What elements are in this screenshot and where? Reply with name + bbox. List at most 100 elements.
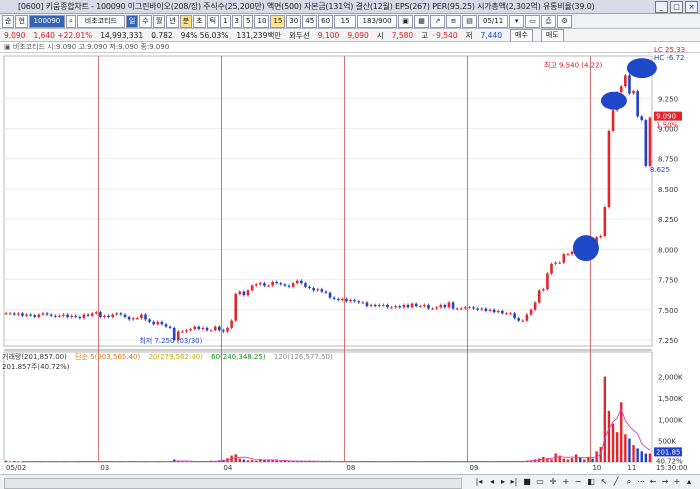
low-annotation: 최저 7.250 (03/30)	[139, 336, 202, 345]
zoom-out-icon[interactable]: −	[573, 477, 583, 487]
candle-body	[566, 254, 570, 256]
candle-body	[127, 317, 131, 320]
x-tick-label: 05/02	[6, 464, 26, 472]
candle-body	[259, 283, 262, 285]
candle-body	[29, 314, 32, 316]
volume-bar	[238, 458, 242, 462]
candle-body	[99, 312, 102, 317]
candle-body	[25, 314, 28, 316]
candle-body	[640, 116, 644, 121]
candle-body	[455, 308, 459, 310]
add-icon[interactable]: +	[672, 477, 682, 487]
candle-body	[218, 326, 221, 331]
stop-icon[interactable]: ■	[522, 477, 532, 487]
volume-bar	[603, 376, 607, 462]
candle-body	[53, 315, 57, 317]
x-tick-label: 09	[469, 464, 478, 472]
scroll-left-icon[interactable]: ←	[648, 477, 658, 487]
candle-body	[558, 262, 562, 264]
candle-body	[394, 306, 397, 308]
price-chart[interactable]: 9.2509.0008.7508.5008.2508.0007.7507.500…	[0, 0, 700, 489]
candle-body	[542, 289, 545, 291]
select-icon[interactable]: ▭	[535, 477, 545, 487]
candle-body	[115, 313, 119, 315]
candle-body	[603, 207, 607, 237]
pan-icon[interactable]: ◧	[586, 477, 596, 487]
candle-body	[529, 309, 533, 315]
price-tick-label: 8.000	[658, 246, 678, 254]
candle-body	[644, 120, 648, 166]
line-icon[interactable]: ╱	[611, 477, 621, 487]
volume-bar	[611, 423, 615, 462]
volume-tick-label: 2,000K	[658, 374, 683, 382]
last-page-icon[interactable]: ▸|	[509, 477, 519, 487]
crosshair-icon[interactable]: ✛	[548, 477, 558, 487]
more-icon[interactable]: ⋯	[636, 477, 646, 487]
candle-body	[484, 308, 488, 311]
candle-body	[410, 303, 414, 308]
volume-bar	[271, 460, 274, 462]
cursor-icon[interactable]: ↖	[599, 477, 609, 487]
candle-body	[164, 324, 168, 327]
candle-body	[135, 318, 139, 320]
chart-scrollbar[interactable]	[4, 478, 462, 489]
scroll-right-icon[interactable]: →	[660, 477, 670, 487]
highlight-marker	[572, 235, 599, 262]
candle-body	[619, 86, 623, 93]
candle-body	[357, 301, 361, 303]
candle-body	[316, 289, 320, 291]
x-tick-label: 08	[346, 464, 355, 472]
candle-body	[402, 304, 406, 308]
candle-body	[320, 289, 324, 292]
candle-body	[328, 292, 332, 298]
candle-body	[304, 283, 307, 287]
x-tick-label: 04	[223, 464, 232, 472]
candle-body	[624, 75, 627, 87]
candle-body	[291, 283, 295, 287]
candle-body	[78, 317, 82, 319]
candle-body	[611, 110, 615, 131]
volume-legend-vol: 거래량(201,857.00)	[2, 353, 67, 361]
candle-body	[107, 315, 110, 317]
candle-body	[17, 313, 20, 315]
next-icon[interactable]: ▸	[498, 477, 508, 487]
candle-body	[525, 314, 529, 321]
candle-body	[238, 291, 242, 295]
prev-icon[interactable]: ◂	[487, 477, 497, 487]
zoom-in-icon[interactable]: +	[561, 477, 571, 487]
price-panel-frame	[3, 55, 653, 347]
candle-body	[230, 320, 233, 328]
candle-body	[550, 263, 553, 274]
volume-legend: 거래량(201,857.00) 단순 5(903,565.40) 20(279,…	[2, 352, 339, 362]
first-page-icon[interactable]: |◂	[474, 477, 484, 487]
candle-body	[197, 326, 201, 330]
search-icon[interactable]: ⌕	[624, 477, 634, 487]
candle-body	[537, 290, 541, 303]
volume-bar	[607, 410, 611, 462]
candle-body	[628, 75, 631, 94]
expand-icon[interactable]: ▴	[684, 477, 694, 487]
current-price-label: 9.090	[656, 113, 676, 121]
candle-body	[250, 285, 254, 291]
candle-body	[423, 304, 426, 307]
candle-body	[152, 321, 155, 325]
candle-body	[386, 304, 389, 308]
volume-bar	[632, 444, 635, 462]
price-tick-label: 8.750	[658, 156, 678, 164]
candle-body	[353, 300, 356, 302]
volume-panel-frame	[3, 351, 653, 463]
candle-body	[119, 313, 123, 315]
candle-body	[517, 318, 521, 321]
candle-body	[431, 308, 434, 310]
candle-body	[21, 313, 24, 316]
x-tick-label: 10	[592, 464, 601, 472]
candle-body	[66, 314, 69, 317]
candle-body	[570, 251, 574, 255]
candle-body	[513, 313, 516, 319]
candle-body	[390, 307, 393, 309]
candle-body	[45, 313, 49, 315]
candle-body	[349, 300, 352, 302]
volume-bar	[287, 461, 291, 462]
candle-body	[480, 308, 484, 310]
volume-bar	[615, 432, 619, 462]
